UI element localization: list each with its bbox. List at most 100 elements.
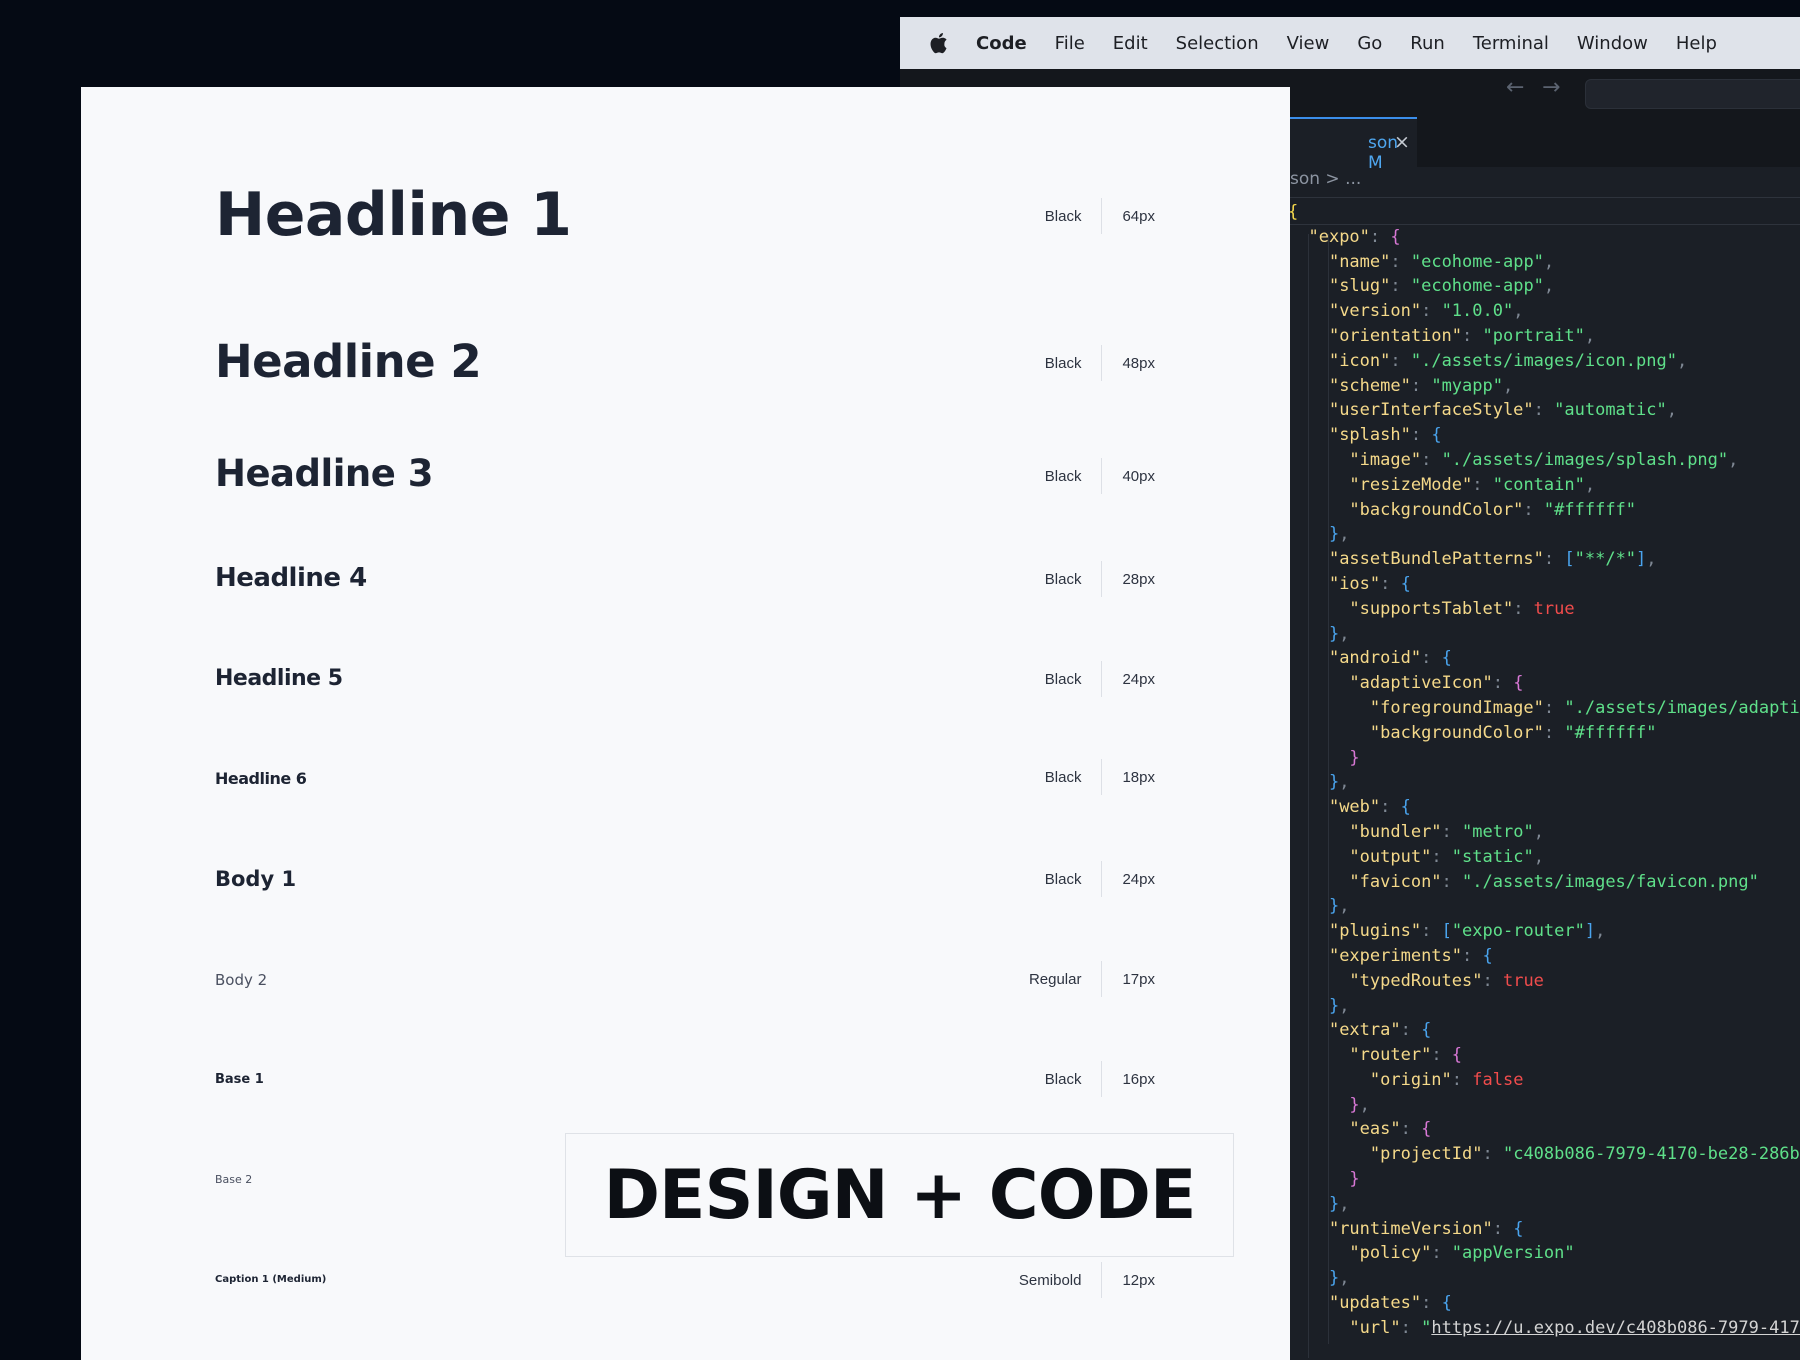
code-token: : [1390, 350, 1411, 371]
code-line[interactable]: "plugins": ["expo-router"], [1288, 919, 1800, 944]
type-weight: Regular [1028, 970, 1082, 988]
code-content[interactable]: { "expo": { "name": "ecohome-app", "slug… [1288, 200, 1800, 1341]
type-row-headline-6: Headline 6 Black 18px [81, 759, 1290, 799]
code-line[interactable]: "userInterfaceStyle": "automatic", [1288, 398, 1800, 423]
type-sample: Body 2 [215, 971, 268, 989]
code-token: "c408b086-7979-4170-be28-286b3" [1502, 1144, 1800, 1165]
apple-icon[interactable] [928, 31, 948, 55]
menu-app-code[interactable]: Code [976, 33, 1027, 54]
code-line[interactable]: "icon": "./assets/images/icon.png", [1288, 349, 1800, 374]
code-line[interactable]: "extra": { [1288, 1018, 1800, 1043]
menu-help[interactable]: Help [1676, 33, 1717, 54]
code-line[interactable]: "projectId": "c408b086-7979-4170-be28-28… [1288, 1142, 1800, 1167]
code-line[interactable]: "ios": { [1288, 572, 1800, 597]
type-row-headline-5: Headline 5 Black 24px [81, 661, 1290, 702]
menu-file[interactable]: File [1055, 33, 1085, 54]
code-line[interactable]: "orientation": "portrait", [1288, 324, 1800, 349]
code-line[interactable]: "updates": { [1288, 1291, 1800, 1316]
code-token: [ [1441, 921, 1452, 942]
code-token: } [1328, 772, 1340, 793]
code-line[interactable]: "origin": false [1288, 1068, 1800, 1093]
menu-edit[interactable]: Edit [1113, 33, 1148, 54]
code-line[interactable]: "web": { [1288, 795, 1800, 820]
code-line[interactable]: "splash": { [1288, 423, 1800, 448]
code-token: [ [1564, 549, 1575, 570]
type-sample: Headline 6 [215, 769, 307, 788]
code-line[interactable]: } [1288, 746, 1800, 771]
code-line[interactable]: "runtimeVersion": { [1288, 1217, 1800, 1242]
code-line[interactable]: "scheme": "myapp", [1288, 374, 1800, 399]
menu-terminal[interactable]: Terminal [1473, 33, 1549, 54]
forward-arrow-icon[interactable]: → [1542, 75, 1560, 100]
code-token: { [1400, 573, 1411, 594]
code-line[interactable]: }, [1288, 1266, 1800, 1291]
code-line[interactable]: "foregroundImage": "./assets/images/adap… [1288, 696, 1800, 721]
banner-title: DESIGN + CODE [603, 1155, 1197, 1235]
code-line[interactable]: }, [1288, 522, 1800, 547]
code-line[interactable]: "output": "static", [1288, 845, 1800, 870]
code-token: "splash" [1328, 425, 1411, 446]
menu-selection[interactable]: Selection [1176, 33, 1259, 54]
type-row-headline-4: Headline 4 Black 28px [81, 561, 1290, 603]
code-line[interactable]: "adaptiveIcon": { [1288, 671, 1800, 696]
code-line[interactable]: } [1288, 1167, 1800, 1192]
code-token: "resizeMode" [1349, 474, 1473, 495]
close-icon[interactable]: × [1394, 131, 1410, 153]
code-line[interactable]: "assetBundlePatterns": ["**/*"], [1288, 547, 1800, 572]
code-line[interactable]: "router": { [1288, 1043, 1800, 1068]
code-line[interactable]: }, [1288, 894, 1800, 919]
code-line[interactable]: "slug": "ecohome-app", [1288, 274, 1800, 299]
command-center-search[interactable] [1585, 79, 1800, 109]
code-line[interactable]: "eas": { [1288, 1117, 1800, 1142]
code-line[interactable]: }, [1288, 994, 1800, 1019]
type-weight: Black [1044, 570, 1082, 588]
menu-window[interactable]: Window [1577, 33, 1648, 54]
typography-sheet: Headline 1 Black 64px Headline 2 Black 4… [81, 87, 1290, 1360]
code-token: { [1482, 945, 1493, 966]
menu-run[interactable]: Run [1410, 33, 1445, 54]
code-line[interactable]: "backgroundColor": "#ffffff" [1288, 498, 1800, 523]
menu-go[interactable]: Go [1357, 33, 1382, 54]
code-token: } [1328, 1193, 1340, 1214]
code-token: "#ffffff" [1564, 722, 1657, 743]
code-line[interactable]: "bundler": "metro", [1288, 820, 1800, 845]
code-line[interactable]: "supportsTablet": true [1288, 597, 1800, 622]
code-line[interactable]: }, [1288, 1093, 1800, 1118]
type-meta: Regular 17px [1029, 961, 1155, 997]
back-arrow-icon[interactable]: ← [1506, 75, 1524, 100]
code-token: "scheme" [1328, 375, 1411, 396]
code-line[interactable]: { [1288, 200, 1800, 225]
code-line[interactable]: }, [1288, 1192, 1800, 1217]
code-line[interactable]: "expo": { [1288, 225, 1800, 250]
code-line[interactable]: "favicon": "./assets/images/favicon.png" [1288, 870, 1800, 895]
code-token: "output" [1349, 846, 1432, 867]
type-size: 48px [1101, 345, 1155, 381]
code-line[interactable]: "android": { [1288, 646, 1800, 671]
code-line[interactable]: "backgroundColor": "#ffffff" [1288, 721, 1800, 746]
code-token: " [1421, 1317, 1432, 1338]
code-line[interactable]: "name": "ecohome-app", [1288, 250, 1800, 275]
code-line[interactable]: }, [1288, 622, 1800, 647]
code-line[interactable]: "policy": "appVersion" [1288, 1241, 1800, 1266]
code-line[interactable]: "image": "./assets/images/splash.png", [1288, 448, 1800, 473]
code-token: "assetBundlePatterns" [1328, 549, 1544, 570]
type-sample: Headline 1 [215, 180, 572, 250]
code-line[interactable]: }, [1288, 770, 1800, 795]
code-token: } [1328, 524, 1340, 545]
code-line[interactable]: "version": "1.0.0", [1288, 299, 1800, 324]
code-line[interactable]: "experiments": { [1288, 944, 1800, 969]
code-line[interactable]: "typedRoutes": true [1288, 969, 1800, 994]
code-line[interactable]: "resizeMode": "contain", [1288, 473, 1800, 498]
menu-view[interactable]: View [1287, 33, 1330, 54]
code-line[interactable]: "url": "https://u.expo.dev/c408b086-7979… [1288, 1316, 1800, 1341]
code-token: } [1349, 1094, 1360, 1115]
breadcrumb[interactable]: son > ... [1290, 169, 1361, 197]
code-token: "ecohome-app" [1410, 251, 1544, 272]
